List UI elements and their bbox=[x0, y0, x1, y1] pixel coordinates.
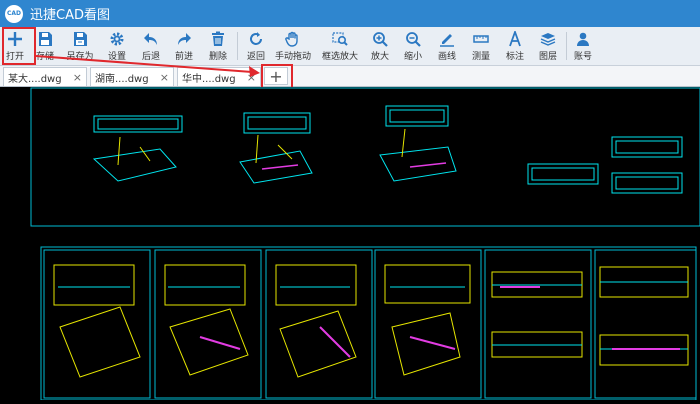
layers-icon bbox=[540, 33, 556, 46]
back-button[interactable]: 后退 bbox=[138, 27, 164, 65]
delete-label: 删除 bbox=[208, 52, 227, 62]
app-title: 迅捷CAD看图 bbox=[30, 8, 110, 23]
zoom-out-label: 缩小 bbox=[403, 52, 422, 62]
layers-label: 图层 bbox=[538, 52, 557, 62]
measure-button[interactable]: 测量 bbox=[469, 27, 493, 65]
return-label: 返回 bbox=[246, 52, 265, 62]
return-button[interactable]: 返回 bbox=[243, 27, 269, 65]
close-icon[interactable]: × bbox=[73, 71, 82, 84]
draw-line-label: 画线 bbox=[437, 52, 456, 62]
measure-label: 测量 bbox=[471, 52, 490, 62]
tab-file-2[interactable]: 湖南....dwg × bbox=[90, 67, 174, 86]
pen-icon bbox=[440, 34, 454, 47]
toolbar: 打开 存储 另存为 设置 后退 前进 删除 返回 手动拖动 框选放大 放大 缩小… bbox=[0, 27, 700, 66]
annotate-button[interactable]: 标注 bbox=[503, 27, 527, 65]
pan-label: 手动拖动 bbox=[274, 52, 311, 62]
save-icon bbox=[39, 32, 52, 46]
tab-label: 某大....dwg bbox=[8, 73, 62, 85]
app-logo-icon: CAD bbox=[5, 4, 23, 23]
cad-drawing bbox=[30, 87, 700, 401]
save-button[interactable]: 存储 bbox=[33, 27, 57, 65]
box-zoom-icon bbox=[332, 32, 348, 46]
draw-line-button[interactable]: 画线 bbox=[435, 27, 459, 65]
save-as-icon bbox=[74, 32, 87, 46]
return-icon bbox=[250, 32, 262, 45]
toolbar-separator bbox=[566, 32, 567, 60]
settings-label: 设置 bbox=[107, 52, 126, 62]
zoom-out-button[interactable]: 缩小 bbox=[401, 27, 425, 65]
zoom-out-icon bbox=[406, 32, 421, 47]
tab-file-3[interactable]: 华中....dwg × bbox=[177, 67, 261, 86]
zoom-in-label: 放大 bbox=[370, 52, 389, 62]
account-label: 账号 bbox=[573, 52, 592, 62]
drawing-canvas[interactable] bbox=[0, 87, 700, 401]
close-icon[interactable]: × bbox=[247, 71, 256, 84]
tab-label: 湖南....dwg bbox=[95, 73, 149, 85]
close-icon[interactable]: × bbox=[160, 71, 169, 84]
save-label: 存储 bbox=[35, 52, 54, 62]
tab-label: 华中....dwg bbox=[182, 73, 236, 85]
highlight-box-open bbox=[2, 27, 36, 65]
tab-file-1[interactable]: 某大....dwg × bbox=[3, 67, 87, 86]
text-a-icon bbox=[509, 31, 521, 47]
tab-bar: 某大....dwg × 湖南....dwg × 华中....dwg × + bbox=[0, 66, 700, 87]
app-logo-text: CAD bbox=[6, 10, 22, 17]
account-button[interactable]: 账号 bbox=[571, 27, 595, 65]
back-label: 后退 bbox=[141, 52, 160, 62]
trash-icon bbox=[212, 31, 224, 46]
pan-button[interactable]: 手动拖动 bbox=[273, 27, 313, 65]
hand-icon bbox=[285, 31, 298, 47]
user-icon bbox=[577, 32, 589, 46]
box-zoom-button[interactable]: 框选放大 bbox=[320, 27, 360, 65]
settings-button[interactable]: 设置 bbox=[104, 27, 130, 65]
save-as-label: 另存为 bbox=[66, 52, 94, 62]
box-zoom-label: 框选放大 bbox=[321, 52, 358, 62]
undo-icon bbox=[144, 33, 157, 45]
save-as-button[interactable]: 另存为 bbox=[64, 27, 96, 65]
zoom-in-icon bbox=[373, 32, 388, 47]
title-bar: CAD 迅捷CAD看图 bbox=[0, 0, 700, 27]
gear-icon bbox=[110, 32, 124, 46]
layers-button[interactable]: 图层 bbox=[536, 27, 560, 65]
forward-label: 前进 bbox=[174, 52, 193, 62]
redo-icon bbox=[178, 33, 191, 45]
toolbar-separator bbox=[237, 32, 238, 60]
zoom-in-button[interactable]: 放大 bbox=[368, 27, 392, 65]
ruler-icon bbox=[473, 35, 489, 43]
delete-button[interactable]: 删除 bbox=[205, 27, 231, 65]
annotate-label: 标注 bbox=[505, 52, 524, 62]
forward-button[interactable]: 前进 bbox=[171, 27, 197, 65]
